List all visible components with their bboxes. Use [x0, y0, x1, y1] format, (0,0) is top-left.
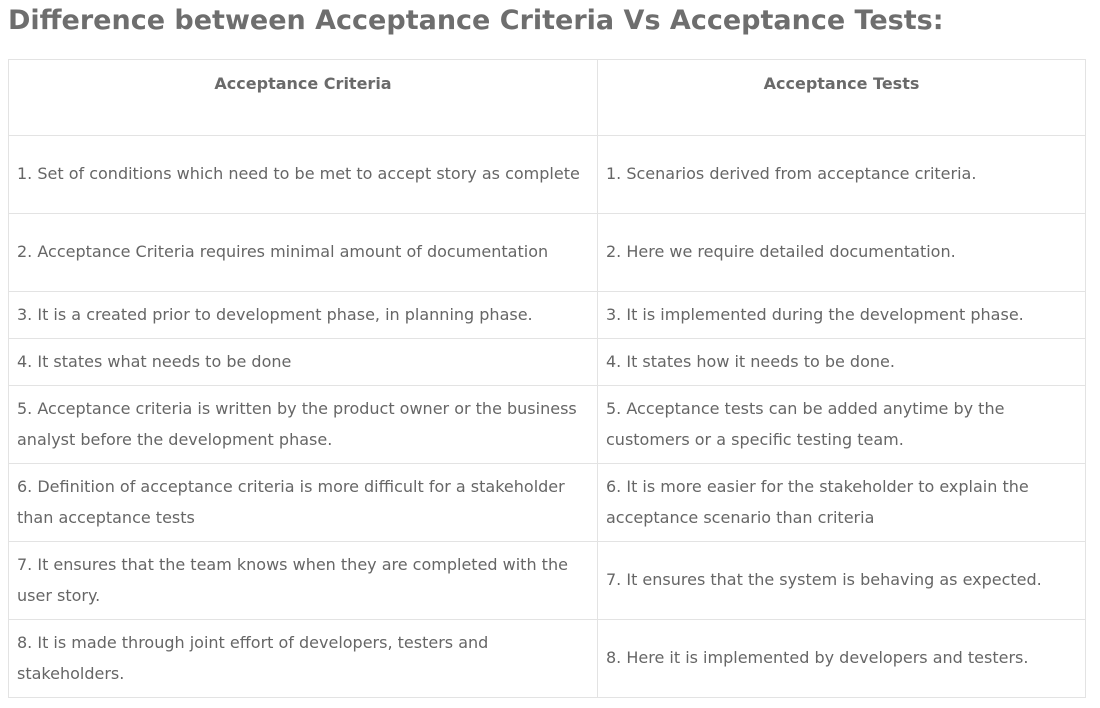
criteria-cell: 5. Acceptance criteria is written by the… — [8, 385, 598, 464]
tests-cell: 8. Here it is implemented by developers … — [597, 619, 1086, 698]
table-row: 2. Acceptance Criteria requires minimal … — [8, 213, 1086, 292]
header-acceptance-tests: Acceptance Tests — [597, 59, 1086, 136]
tests-cell: 1. Scenarios derived from acceptance cri… — [597, 135, 1086, 214]
tests-cell: 7. It ensures that the system is behavin… — [597, 541, 1086, 620]
tests-cell: 6. It is more easier for the stakeholder… — [597, 463, 1086, 542]
header-acceptance-criteria: Acceptance Criteria — [8, 59, 598, 136]
table-row: 1. Set of conditions which need to be me… — [8, 135, 1086, 214]
table-header-row: Acceptance Criteria Acceptance Tests — [8, 59, 1086, 136]
tests-cell: 2. Here we require detailed documentatio… — [597, 213, 1086, 292]
criteria-cell: 7. It ensures that the team knows when t… — [8, 541, 598, 620]
table-row: 8. It is made through joint effort of de… — [8, 619, 1086, 698]
table-row: 6. Definition of acceptance criteria is … — [8, 463, 1086, 542]
criteria-cell: 3. It is a created prior to development … — [8, 291, 598, 339]
criteria-cell: 8. It is made through joint effort of de… — [8, 619, 598, 698]
table-row: 5. Acceptance criteria is written by the… — [8, 385, 1086, 464]
criteria-cell: 4. It states what needs to be done — [8, 338, 598, 386]
criteria-cell: 2. Acceptance Criteria requires minimal … — [8, 213, 598, 292]
criteria-cell: 1. Set of conditions which need to be me… — [8, 135, 598, 214]
table-row: 7. It ensures that the team knows when t… — [8, 541, 1086, 620]
tests-cell: 4. It states how it needs to be done. — [597, 338, 1086, 386]
tests-cell: 3. It is implemented during the developm… — [597, 291, 1086, 339]
comparison-table: Acceptance Criteria Acceptance Tests 1. … — [8, 59, 1086, 698]
tests-cell: 5. Acceptance tests can be added anytime… — [597, 385, 1086, 464]
criteria-cell: 6. Definition of acceptance criteria is … — [8, 463, 598, 542]
page-title: Difference between Acceptance Criteria V… — [8, 5, 944, 36]
table-row: 3. It is a created prior to development … — [8, 291, 1086, 339]
table-row: 4. It states what needs to be done 4. It… — [8, 338, 1086, 386]
